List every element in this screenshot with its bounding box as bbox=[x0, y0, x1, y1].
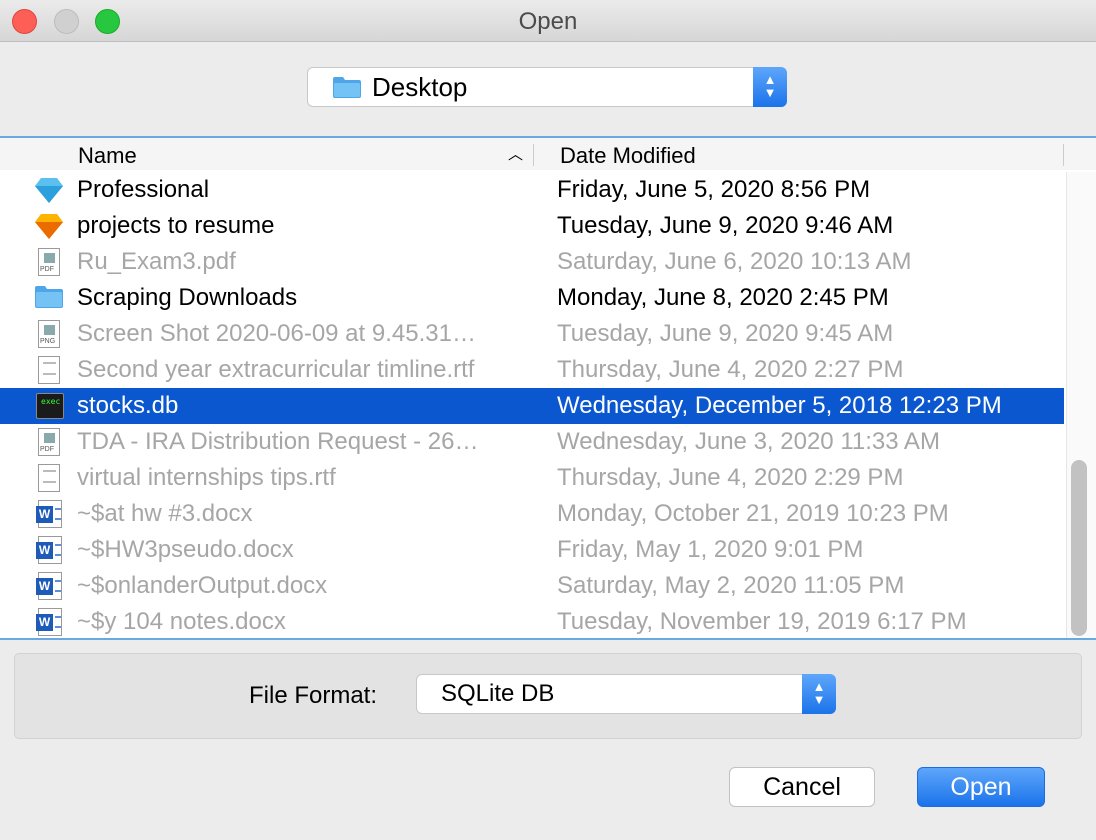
file-name: Second year extracurricular timline.rtf bbox=[77, 356, 475, 383]
column-divider bbox=[533, 144, 534, 166]
file-row[interactable]: PNG Screen Shot 2020-06-09 at 9.45.31… T… bbox=[0, 316, 1064, 352]
location-popup[interactable]: Desktop ▲ ▼ bbox=[307, 67, 787, 107]
word-doc-icon: W bbox=[34, 607, 64, 637]
list-header: Name ︿ Date Modified bbox=[0, 138, 1096, 170]
chevron-up-icon: ︿ bbox=[508, 146, 524, 163]
title-bar: Open bbox=[0, 0, 1096, 42]
file-name: projects to resume bbox=[77, 212, 275, 239]
file-date: Wednesday, June 3, 2020 11:33 AM bbox=[557, 428, 940, 455]
open-button[interactable]: Open bbox=[917, 767, 1045, 807]
file-row[interactable]: Scraping Downloads Monday, June 8, 2020 … bbox=[0, 280, 1064, 316]
file-row[interactable]: PDF Ru_Exam3.pdf Saturday, June 6, 2020 … bbox=[0, 244, 1064, 280]
file-date: Wednesday, December 5, 2018 12:23 PM bbox=[557, 392, 1002, 419]
word-doc-icon: W bbox=[34, 535, 64, 565]
chevron-down-icon: ▼ bbox=[763, 85, 777, 100]
file-row[interactable]: W ~$at hw #3.docx Monday, October 21, 20… bbox=[0, 496, 1064, 532]
file-row[interactable]: virtual internships tips.rtf Thursday, J… bbox=[0, 460, 1064, 496]
file-date: Tuesday, November 19, 2019 6:17 PM bbox=[557, 608, 967, 635]
file-name: stocks.db bbox=[77, 392, 179, 419]
folder-icon bbox=[34, 283, 64, 313]
folder-icon bbox=[332, 75, 362, 104]
word-doc-icon: W bbox=[34, 499, 64, 529]
file-date: Monday, October 21, 2019 10:23 PM bbox=[557, 500, 949, 527]
file-name: ~$onlanderOutput.docx bbox=[77, 572, 328, 599]
file-row[interactable]: Professional Friday, June 5, 2020 8:56 P… bbox=[0, 172, 1064, 208]
sketch-orange-icon bbox=[34, 211, 64, 241]
file-name: Ru_Exam3.pdf bbox=[77, 248, 236, 275]
pdf-icon: PDF bbox=[34, 427, 64, 457]
file-row[interactable]: W ~$HW3pseudo.docx Friday, May 1, 2020 9… bbox=[0, 532, 1064, 568]
file-date: Thursday, June 4, 2020 2:29 PM bbox=[557, 464, 904, 491]
file-name: Screen Shot 2020-06-09 at 9.45.31… bbox=[77, 320, 476, 347]
file-row[interactable]: PDF TDA - IRA Distribution Request - 26…… bbox=[0, 424, 1064, 460]
location-label: Desktop bbox=[372, 72, 468, 102]
file-name: virtual internships tips.rtf bbox=[77, 464, 336, 491]
chevron-down-icon: ▼ bbox=[812, 692, 826, 707]
file-name: ~$at hw #3.docx bbox=[77, 500, 253, 527]
file-name: ~$HW3pseudo.docx bbox=[77, 536, 294, 563]
file-row-selected[interactable]: exec stocks.db Wednesday, December 5, 20… bbox=[0, 388, 1064, 424]
file-format-label: File Format: bbox=[249, 682, 378, 709]
file-row[interactable]: Second year extracurricular timline.rtf … bbox=[0, 352, 1064, 388]
column-divider bbox=[1063, 144, 1064, 166]
file-date: Tuesday, June 9, 2020 9:45 AM bbox=[557, 320, 894, 347]
file-date: Saturday, May 2, 2020 11:05 PM bbox=[557, 572, 905, 599]
column-header-name[interactable]: Name bbox=[78, 143, 137, 169]
rtf-icon bbox=[34, 463, 64, 493]
rtf-icon bbox=[34, 355, 64, 385]
terminal-icon: exec bbox=[34, 391, 64, 421]
word-doc-icon: W bbox=[34, 571, 64, 601]
cancel-button[interactable]: Cancel bbox=[729, 767, 875, 807]
file-format-stepper[interactable]: ▲ ▼ bbox=[802, 674, 836, 714]
file-name: Professional bbox=[77, 176, 210, 203]
png-icon: PNG bbox=[34, 319, 64, 349]
file-format-value: SQLite DB bbox=[441, 680, 555, 707]
file-row[interactable]: projects to resume Tuesday, June 9, 2020… bbox=[0, 208, 1064, 244]
format-panel: File Format: SQLite DB ▲ ▼ bbox=[14, 653, 1082, 739]
column-header-date[interactable]: Date Modified bbox=[560, 143, 696, 169]
file-list[interactable]: Name ︿ Date Modified Professional Friday… bbox=[0, 136, 1096, 640]
file-name: ~$y 104 notes.docx bbox=[77, 608, 286, 635]
sketch-blue-icon bbox=[34, 175, 64, 205]
file-date: Friday, June 5, 2020 8:56 PM bbox=[557, 176, 871, 203]
file-row[interactable]: W ~$onlanderOutput.docx Saturday, May 2,… bbox=[0, 568, 1064, 604]
pdf-icon: PDF bbox=[34, 247, 64, 277]
file-row[interactable]: W ~$y 104 notes.docx Tuesday, November 1… bbox=[0, 604, 1064, 638]
file-date: Thursday, June 4, 2020 2:27 PM bbox=[557, 356, 904, 383]
file-name: TDA - IRA Distribution Request - 26… bbox=[77, 428, 479, 455]
scrollbar-thumb[interactable] bbox=[1071, 460, 1087, 636]
file-date: Friday, May 1, 2020 9:01 PM bbox=[557, 536, 864, 563]
window-title: Open bbox=[518, 8, 578, 35]
location-stepper[interactable]: ▲ ▼ bbox=[753, 67, 787, 107]
file-date: Tuesday, June 9, 2020 9:46 AM bbox=[557, 212, 894, 239]
file-name: Scraping Downloads bbox=[77, 284, 298, 311]
file-date: Monday, June 8, 2020 2:45 PM bbox=[557, 284, 889, 311]
file-format-popup[interactable]: SQLite DB ▲ ▼ bbox=[416, 674, 836, 714]
file-date: Saturday, June 6, 2020 10:13 AM bbox=[557, 248, 912, 275]
